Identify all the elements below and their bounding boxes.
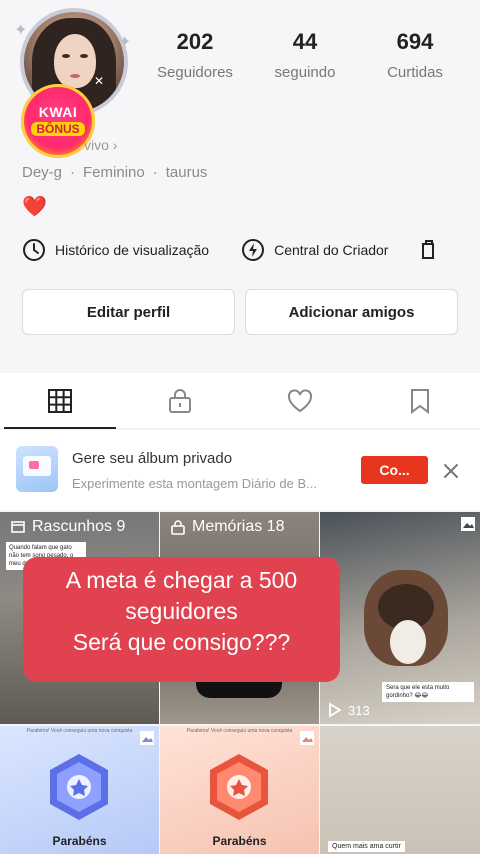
creator-center-link[interactable]: Central do Criador [241,238,388,262]
profile-gender: Feminino [83,164,145,181]
image-icon [140,731,154,745]
video-tile-sand[interactable]: Quem mais ama curtir [320,726,480,854]
memories-label: Memórias 18 [192,518,285,535]
lock-icon [171,520,185,535]
view-count: 313 [328,702,370,718]
play-icon [329,702,342,718]
profile-name: Dey-g [22,164,63,181]
bag-icon [422,240,435,259]
stat-followers[interactable]: 202 Seguidores [140,28,250,88]
lock-icon [169,388,191,413]
sparkle-icon: ✦ [14,22,28,39]
history-link[interactable]: Histórico de visualização [22,238,209,262]
active-status[interactable]: vivo › [84,137,117,153]
congrats-label: Parabéns [212,834,267,848]
tab-saved[interactable] [360,373,480,428]
drafts-label: Rascunhos 9 [32,518,126,535]
profile-header: ✦ ✦ ✕ KWAI BÔNUS 202 Seguidores 44 segui… [0,0,480,362]
overlay-line-1: A meta é chegar a 500 [65,567,298,593]
avatar[interactable]: ✦ ✦ ✕ KWAI BÔNUS [14,6,134,158]
grid-icon [48,388,72,413]
bio-heart-emoji: ❤️ [22,196,47,218]
stat-likes[interactable]: 694 Curtidas [360,28,470,88]
profile-actions: Editar perfil Adicionar amigos [22,289,458,335]
achievement-tile-1[interactable]: Parabéns! Você conseguiu uma nova conqui… [0,726,159,854]
album-thumbnail [16,446,58,492]
banner-subtitle: Experimente esta montagem Diário de B... [72,476,317,491]
video-caption: Quem mais ama curtir [328,841,405,852]
drafts-icon [11,521,25,533]
goal-text-overlay: A meta é chegar a 500 seguidores Será qu… [23,557,340,682]
sparkle-icon: ✕ [94,74,105,88]
achievement-tile-2[interactable]: Parabéns! Você conseguiu uma nova conqui… [160,726,319,854]
tab-likes[interactable] [240,373,360,428]
stat-following[interactable]: 44 seguindo [250,28,360,88]
stats-row: 202 Seguidores 44 seguindo 694 Curtidas [140,28,470,88]
profile-meta: Dey-g · Feminino · taurus [22,164,208,181]
medal-icon [210,754,268,820]
video-caption: Sera que ele esta muito gordinho? 😂😂 [382,682,474,702]
sparkle-icon: ✦ [118,34,132,51]
banner-create-button[interactable]: Co... [361,456,428,484]
banner-title: Gere seu álbum privado [72,450,233,467]
video-tile-cat[interactable]: Sera que ele esta muito gordinho? 😂😂 313 [320,512,480,724]
overlay-line-2: seguidores [125,598,238,624]
content-tabs [0,373,480,429]
tab-grid[interactable] [0,373,120,429]
image-icon [461,517,475,531]
medal-icon [50,754,108,820]
bookmark-icon [411,388,429,414]
close-icon[interactable] [440,460,462,482]
more-link[interactable] [420,238,445,262]
edit-profile-button[interactable]: Editar perfil [22,289,235,335]
quick-links: Histórico de visualização Central do Cri… [22,234,480,266]
add-friends-button[interactable]: Adicionar amigos [245,289,458,335]
image-icon [300,731,314,745]
congrats-label: Parabéns [52,834,107,848]
profile-sign: taurus [165,164,208,181]
overlay-line-3: Será que consigo??? [72,629,291,655]
tab-private[interactable] [120,373,240,428]
lightning-icon [242,239,265,261]
heart-icon [287,388,313,412]
clock-icon [23,239,45,261]
